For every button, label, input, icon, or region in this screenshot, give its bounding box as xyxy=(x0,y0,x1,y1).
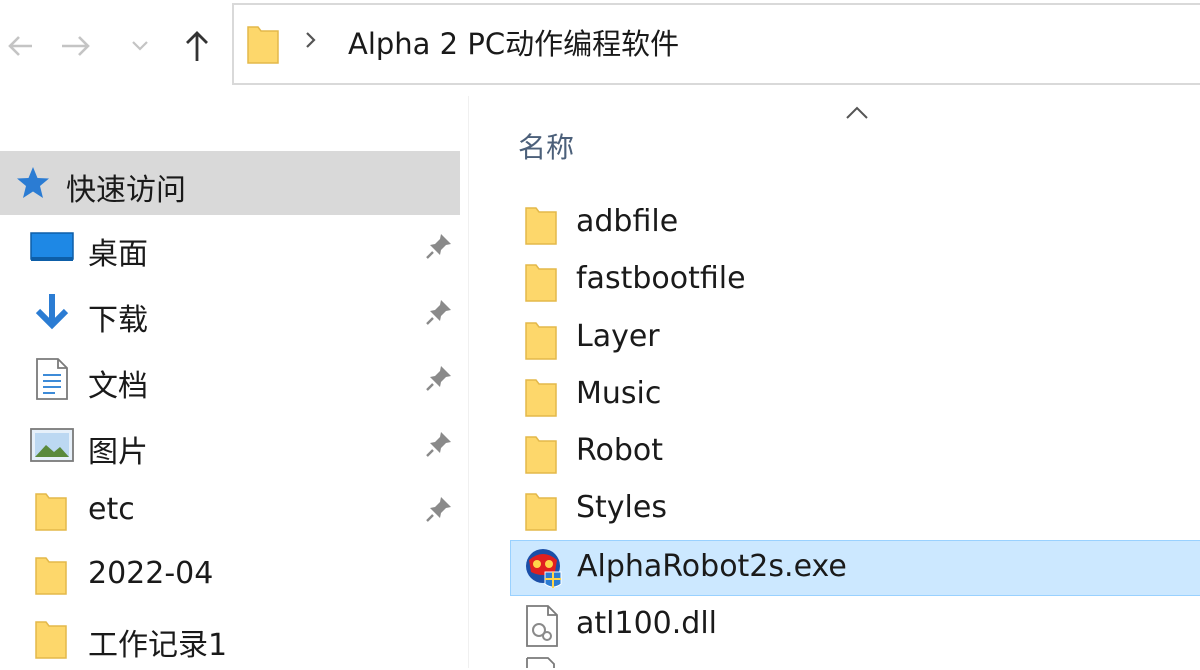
navigation-pane: 快速访问 桌面 下载 文档 图片 etc 2022-04 工作记录1 xyxy=(0,96,468,668)
sidebar-item-label: 桌面 xyxy=(88,237,148,272)
pane-divider[interactable] xyxy=(468,96,469,668)
pin-icon[interactable] xyxy=(424,494,454,524)
file-name: Layer xyxy=(576,319,660,354)
picture-icon xyxy=(30,428,74,462)
sidebar-item-documents[interactable]: 文档 xyxy=(0,347,460,411)
download-icon xyxy=(35,294,69,330)
file-item-layer[interactable]: Layer xyxy=(510,311,1200,367)
arrow-right-icon xyxy=(62,36,90,56)
file-item-adbfile[interactable]: adbfile xyxy=(510,196,1200,252)
sidebar-item-label: 文档 xyxy=(88,369,148,404)
desktop-icon xyxy=(30,232,74,261)
sort-ascending-icon xyxy=(846,106,868,119)
sidebar-item-2022-04[interactable]: 2022-04 xyxy=(0,542,460,606)
chevron-right-icon[interactable] xyxy=(304,29,318,51)
pin-icon[interactable] xyxy=(424,363,454,393)
folder-icon xyxy=(525,322,557,360)
folder-icon xyxy=(35,493,67,531)
file-name: Styles xyxy=(576,490,667,525)
folder-icon xyxy=(247,26,279,64)
sidebar-item-work-log[interactable]: 工作记录1 xyxy=(0,606,460,670)
file-item-robot[interactable]: Robot xyxy=(510,425,1200,481)
file-icon xyxy=(526,657,555,668)
file-item-atl100-dll[interactable]: atl100.dll xyxy=(510,598,1200,654)
column-header-name[interactable]: 名称 xyxy=(518,126,574,166)
folder-icon xyxy=(35,557,67,595)
file-item-music[interactable]: Music xyxy=(510,368,1200,424)
sidebar-item-label: 工作记录1 xyxy=(88,628,228,663)
dll-file-icon xyxy=(526,605,558,647)
file-name: Robot xyxy=(576,433,664,468)
arrow-up-icon xyxy=(186,31,208,61)
folder-icon xyxy=(525,493,557,531)
sidebar-item-label: 2022-04 xyxy=(88,556,214,591)
file-item-styles[interactable]: Styles xyxy=(510,482,1200,538)
sidebar-item-etc[interactable]: etc xyxy=(0,478,460,542)
file-name: Music xyxy=(576,376,662,411)
sidebar-item-downloads[interactable]: 下载 xyxy=(0,281,460,345)
folder-icon xyxy=(35,621,67,659)
star-icon xyxy=(17,167,49,198)
breadcrumb[interactable]: Alpha 2 PC动作编程软件 xyxy=(348,21,679,63)
file-name: AlphaRobot2s.exe xyxy=(577,549,847,584)
folder-icon xyxy=(525,207,557,245)
file-name: fastbootfile xyxy=(576,261,746,296)
recent-locations-button[interactable] xyxy=(118,0,162,92)
sidebar-item-label: 快速访问 xyxy=(66,173,186,208)
up-button[interactable] xyxy=(168,0,226,92)
sidebar-item-label: etc xyxy=(88,492,135,527)
arrow-left-icon xyxy=(8,36,32,56)
document-icon xyxy=(36,358,68,400)
pin-icon[interactable] xyxy=(424,231,454,261)
file-item-alpharobot2s-exe[interactable]: AlphaRobot2s.exe xyxy=(510,540,1200,596)
back-button[interactable] xyxy=(0,0,40,92)
forward-button[interactable] xyxy=(50,0,102,92)
app-robot-icon xyxy=(526,549,562,588)
sidebar-item-pictures[interactable]: 图片 xyxy=(0,413,460,477)
address-bar[interactable]: Alpha 2 PC动作编程软件 xyxy=(232,3,1200,85)
sidebar-item-quick-access[interactable]: 快速访问 xyxy=(0,151,460,215)
sidebar-item-label: 下载 xyxy=(88,303,148,338)
pin-icon[interactable] xyxy=(424,297,454,327)
folder-icon xyxy=(525,436,557,474)
sidebar-item-desktop[interactable]: 桌面 xyxy=(0,215,460,279)
file-name: atl100.dll xyxy=(576,606,717,641)
chevron-down-icon xyxy=(132,41,148,51)
folder-icon xyxy=(525,264,557,302)
file-name: adbfile xyxy=(576,204,679,239)
file-item-fastbootfile[interactable]: fastbootfile xyxy=(510,253,1200,309)
folder-icon xyxy=(525,379,557,417)
pin-icon[interactable] xyxy=(424,429,454,459)
sidebar-item-label: 图片 xyxy=(88,435,148,470)
